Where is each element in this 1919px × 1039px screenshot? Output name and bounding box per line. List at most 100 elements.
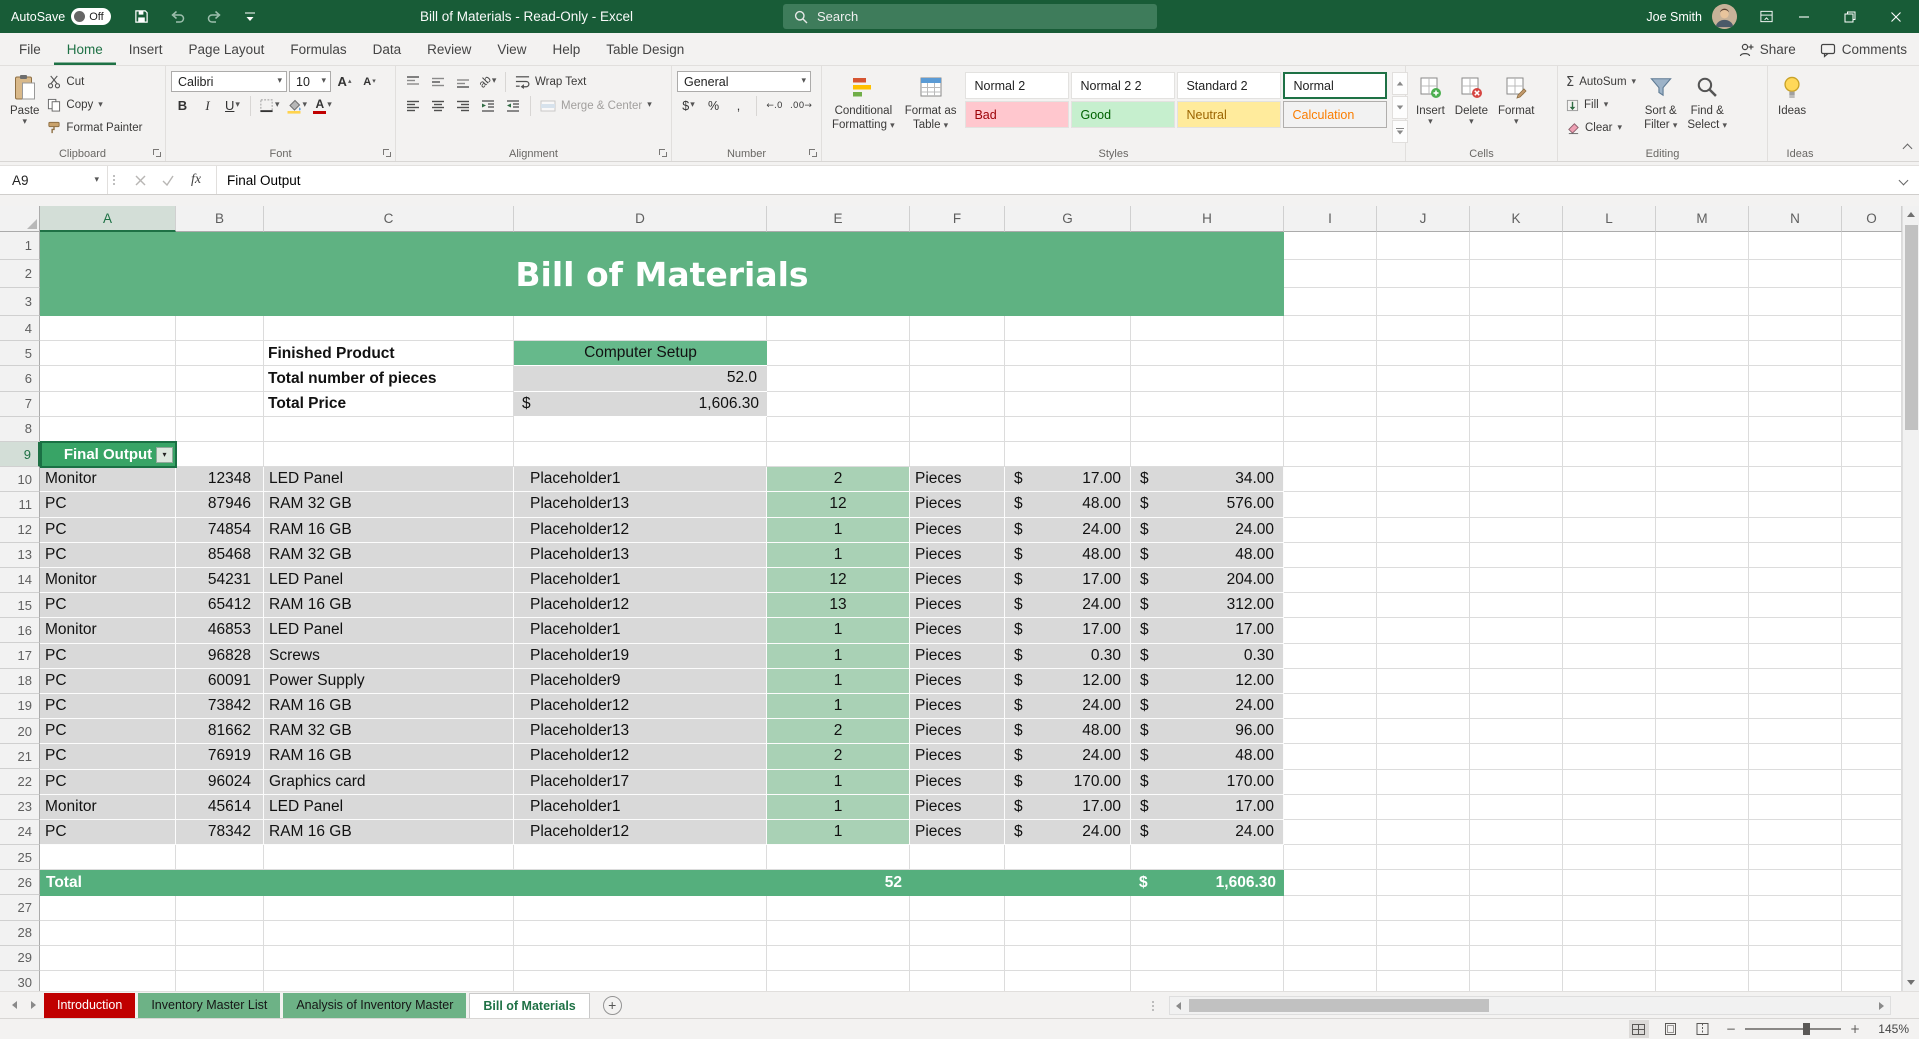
data-cell[interactable]: 1 xyxy=(767,669,910,694)
copy-button[interactable]: Copy ▾ xyxy=(44,95,145,115)
horizontal-scrollbar-thumb[interactable] xyxy=(1189,999,1489,1012)
row-header-29[interactable]: 29 xyxy=(0,946,40,971)
data-cell[interactable]: $24.00 xyxy=(1131,694,1284,719)
data-cell[interactable]: $17.00 xyxy=(1005,467,1131,492)
row-header-8[interactable]: 8 xyxy=(0,417,40,442)
tab-view[interactable]: View xyxy=(484,34,539,65)
data-cell[interactable]: Placeholder17 xyxy=(514,770,767,795)
data-cell[interactable]: RAM 16 GB xyxy=(264,518,514,543)
info-value[interactable]: Computer Setup xyxy=(514,341,767,366)
row-header-4[interactable]: 4 xyxy=(0,316,40,341)
data-cell[interactable]: $576.00 xyxy=(1131,492,1284,517)
column-header-F[interactable]: F xyxy=(910,206,1005,232)
data-cell[interactable]: 12348 xyxy=(176,467,264,492)
data-cell[interactable]: PC xyxy=(40,669,176,694)
insert-function-button[interactable]: fx xyxy=(184,168,208,192)
data-cell[interactable]: 2 xyxy=(767,744,910,769)
data-cell[interactable]: LED Panel xyxy=(264,795,514,820)
merge-center-button[interactable]: Merge & Center ▾ xyxy=(537,96,655,116)
style-standard-2[interactable]: Standard 2 xyxy=(1177,72,1281,99)
data-cell[interactable]: 87946 xyxy=(176,492,264,517)
column-header-B[interactable]: B xyxy=(176,206,264,232)
autosave-toggle[interactable]: AutoSave Off xyxy=(11,8,111,25)
ribbon-display-options-button[interactable] xyxy=(1751,0,1781,33)
data-cell[interactable]: $17.00 xyxy=(1005,568,1131,593)
cancel-entry-button[interactable] xyxy=(128,168,152,192)
tab-page-layout[interactable]: Page Layout xyxy=(176,34,278,65)
row-header-10[interactable]: 10 xyxy=(0,467,40,492)
row-header-14[interactable]: 14 xyxy=(0,568,40,593)
undo-button[interactable] xyxy=(168,5,188,29)
data-cell[interactable]: $96.00 xyxy=(1131,719,1284,744)
data-cell[interactable]: $48.00 xyxy=(1131,744,1284,769)
bold-button[interactable]: B xyxy=(171,95,194,116)
style-bad[interactable]: Bad xyxy=(965,101,1069,128)
normal-view-button[interactable] xyxy=(1629,1020,1649,1038)
data-cell[interactable]: PC xyxy=(40,744,176,769)
column-header-A[interactable]: A xyxy=(40,206,176,232)
align-center-button[interactable] xyxy=(426,95,449,116)
data-cell[interactable]: PC xyxy=(40,719,176,744)
font-dialog-launcher[interactable] xyxy=(383,149,392,158)
conditional-formatting-button[interactable]: Conditional Formatting ▾ xyxy=(827,69,900,146)
data-cell[interactable]: PC xyxy=(40,518,176,543)
data-cell[interactable]: 74854 xyxy=(176,518,264,543)
expand-formula-bar-button[interactable] xyxy=(1887,166,1919,194)
data-cell[interactable]: 1 xyxy=(767,795,910,820)
formula-input[interactable]: Final Output xyxy=(217,166,1887,194)
tab-home[interactable]: Home xyxy=(54,34,116,65)
zoom-slider[interactable] xyxy=(1745,1028,1841,1030)
share-button[interactable]: Share xyxy=(1738,42,1796,58)
data-cell[interactable]: 54231 xyxy=(176,568,264,593)
data-cell[interactable]: Pieces xyxy=(910,644,1005,669)
scroll-left-button[interactable] xyxy=(1170,997,1187,1014)
font-color-button[interactable]: A ▾ xyxy=(311,95,334,116)
info-value[interactable]: $1,606.30 xyxy=(514,392,767,417)
increase-font-size-button[interactable]: A▴ xyxy=(333,71,356,92)
row-header-20[interactable]: 20 xyxy=(0,719,40,744)
data-cell[interactable]: $17.00 xyxy=(1131,618,1284,643)
data-cell[interactable]: 1 xyxy=(767,543,910,568)
scroll-down-button[interactable] xyxy=(1903,974,1919,991)
row-header-23[interactable]: 23 xyxy=(0,795,40,820)
row-header-21[interactable]: 21 xyxy=(0,744,40,769)
data-cell[interactable]: Placeholder1 xyxy=(514,568,767,593)
column-header-N[interactable]: N xyxy=(1749,206,1842,232)
data-cell[interactable]: Placeholder13 xyxy=(514,492,767,517)
data-cell[interactable]: $24.00 xyxy=(1131,518,1284,543)
style-normal-2-2[interactable]: Normal 2 2 xyxy=(1071,72,1175,99)
data-cell[interactable]: $48.00 xyxy=(1005,719,1131,744)
data-cell[interactable]: Monitor xyxy=(40,568,176,593)
column-header-M[interactable]: M xyxy=(1656,206,1749,232)
data-cell[interactable]: Pieces xyxy=(910,719,1005,744)
data-cell[interactable]: 1 xyxy=(767,770,910,795)
data-cell[interactable]: RAM 32 GB xyxy=(264,492,514,517)
info-value[interactable]: 52.0 xyxy=(514,366,767,391)
vertical-scrollbar[interactable] xyxy=(1902,206,1919,991)
column-header-H[interactable]: H xyxy=(1131,206,1284,232)
data-cell[interactable]: 1 xyxy=(767,694,910,719)
new-sheet-button[interactable]: + xyxy=(603,996,622,1015)
row-header-6[interactable]: 6 xyxy=(0,366,40,391)
data-cell[interactable]: Pieces xyxy=(910,492,1005,517)
row-header-30[interactable]: 30 xyxy=(0,971,40,991)
data-cell[interactable]: RAM 32 GB xyxy=(264,543,514,568)
font-name-select[interactable]: Calibri▾ xyxy=(171,71,287,92)
data-cell[interactable]: LED Panel xyxy=(264,618,514,643)
data-cell[interactable]: Pieces xyxy=(910,820,1005,845)
redo-button[interactable] xyxy=(204,5,224,29)
increase-indent-button[interactable] xyxy=(501,95,524,116)
data-cell[interactable]: Placeholder13 xyxy=(514,719,767,744)
data-cell[interactable]: 81662 xyxy=(176,719,264,744)
align-right-button[interactable] xyxy=(451,95,474,116)
middle-align-button[interactable] xyxy=(426,71,449,92)
data-cell[interactable]: $170.00 xyxy=(1005,770,1131,795)
row-header-13[interactable]: 13 xyxy=(0,543,40,568)
data-cell[interactable]: 45614 xyxy=(176,795,264,820)
data-cell[interactable]: 1 xyxy=(767,820,910,845)
data-cell[interactable]: 2 xyxy=(767,467,910,492)
orientation-button[interactable]: ab▾ xyxy=(476,71,499,92)
zoom-slider-thumb[interactable] xyxy=(1803,1023,1810,1035)
data-cell[interactable]: Placeholder1 xyxy=(514,467,767,492)
search-input[interactable]: Search xyxy=(783,4,1157,29)
